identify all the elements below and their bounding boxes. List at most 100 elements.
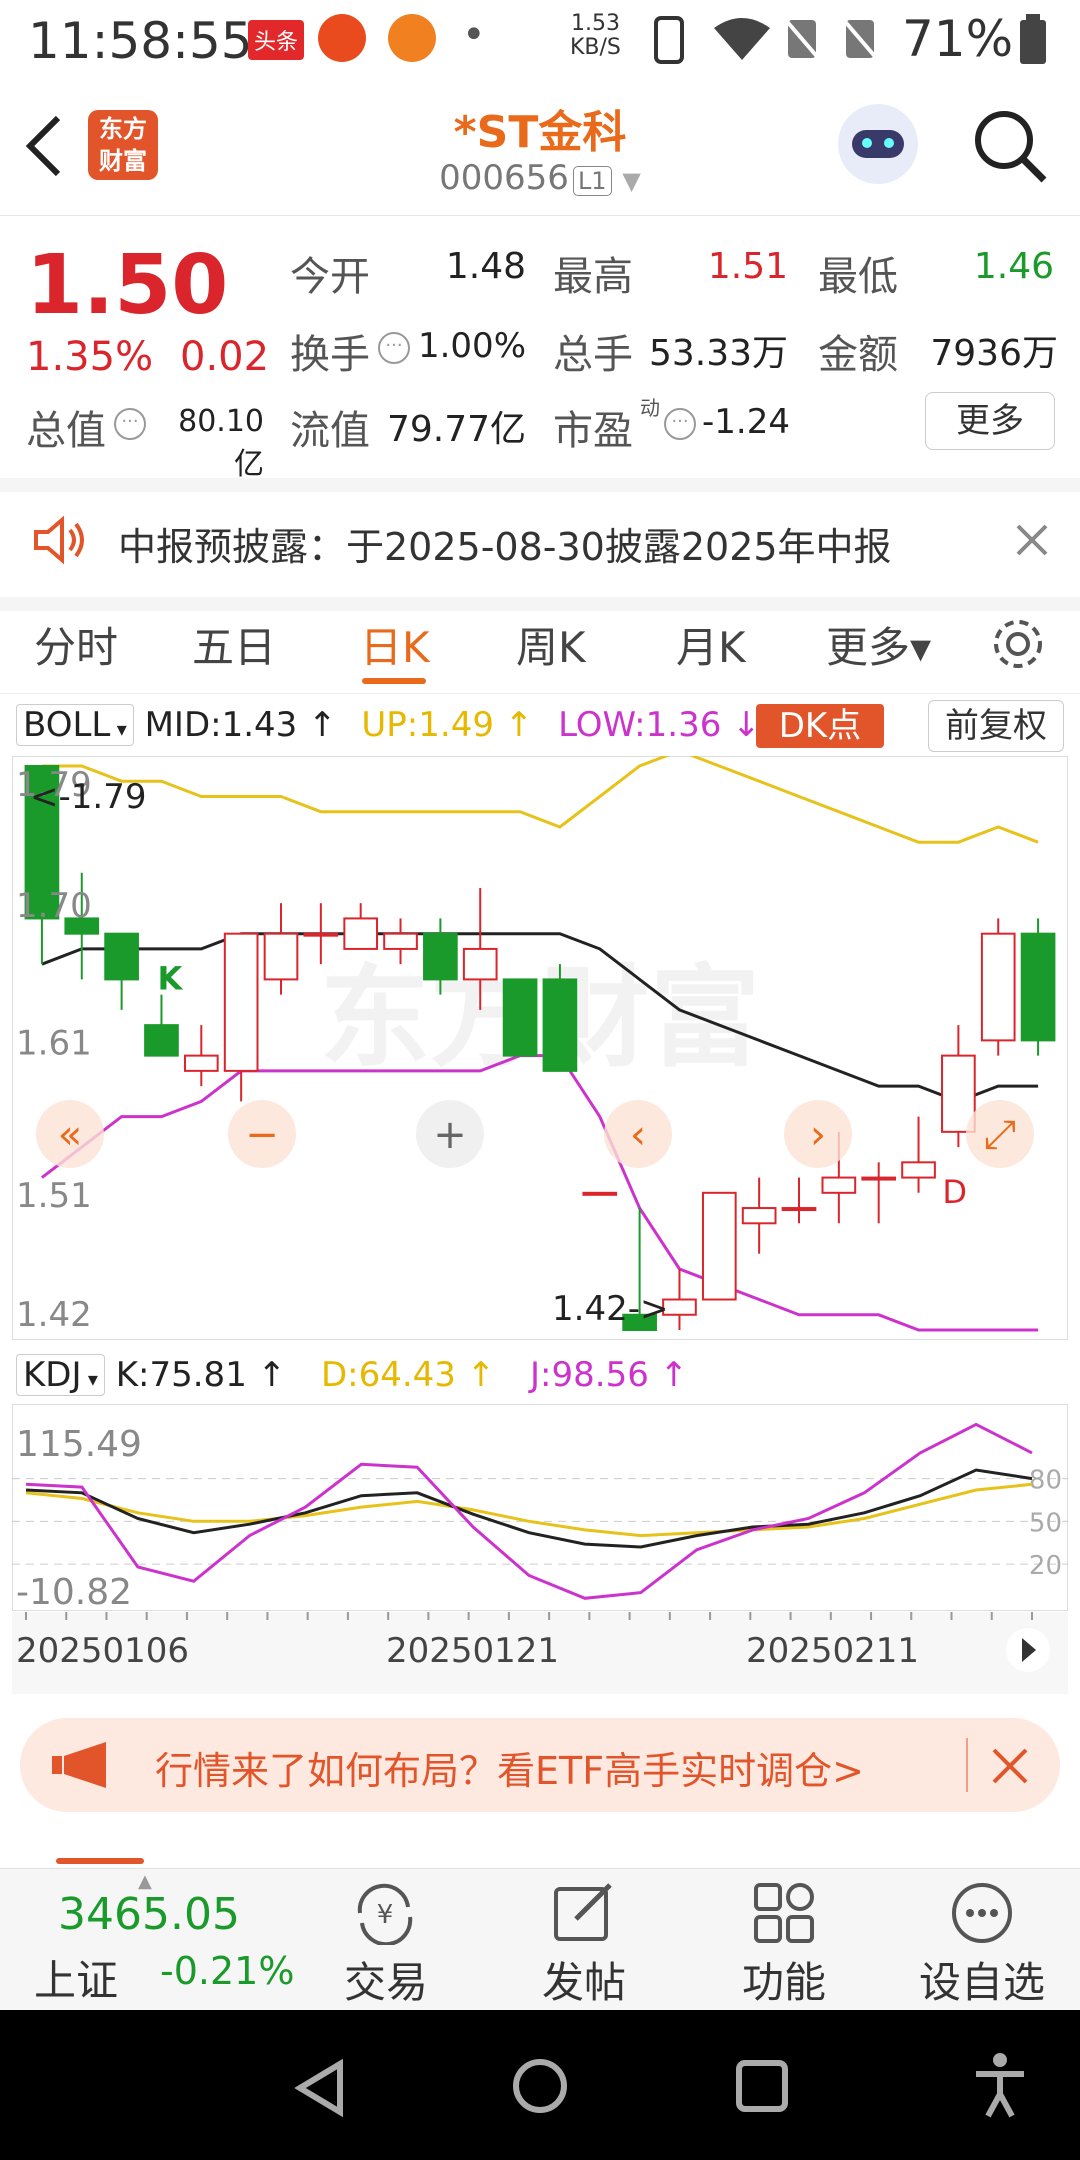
- candlestick-chart[interactable]: 东方财富1.791.701.611.511.42<-1.791.42->KD« −…: [12, 756, 1068, 1340]
- high-value: 1.51: [707, 246, 788, 287]
- k-signal-marker: K: [157, 959, 183, 997]
- notice-bar[interactable]: 中报预披露：于2025-08-30披露2025年中报: [0, 478, 1080, 611]
- index-name: 上证: [34, 1956, 119, 2005]
- candle-body: [701, 1191, 737, 1301]
- price-axis-label: 1.42: [16, 1295, 92, 1335]
- kdj-j: J:98.56 ↑: [530, 1355, 689, 1395]
- candle-body: [502, 978, 538, 1057]
- price-axis-label: 1.51: [16, 1176, 92, 1216]
- boll-name: BOLL: [23, 705, 111, 745]
- svg-text:¥: ¥: [377, 1900, 394, 1930]
- candle-body: [104, 932, 139, 981]
- chevron-down-icon: ▾: [110, 717, 127, 741]
- candle-body: [144, 1024, 179, 1057]
- kdj-max-label: 115.49: [16, 1424, 142, 1465]
- candle-body: [343, 917, 379, 950]
- price-axis-label: 1.61: [16, 1023, 92, 1063]
- volume-label: 总手: [553, 332, 633, 378]
- tab-five-day[interactable]: 五日: [192, 614, 276, 675]
- recents-nav-icon[interactable]: [734, 2058, 790, 2114]
- megaphone-icon: [52, 1742, 106, 1788]
- pe-dynamic-sup: 动: [640, 396, 660, 420]
- tab-daily-k[interactable]: 日K: [360, 614, 430, 675]
- trade-button[interactable]: 交易: [306, 1949, 466, 2010]
- candle-body: [861, 1176, 897, 1181]
- candle-body: [980, 932, 1016, 1042]
- market-cap-value: 80.10亿: [178, 404, 264, 482]
- wifi-icon: [714, 18, 770, 60]
- more-button[interactable]: 更多: [925, 392, 1055, 450]
- add-watchlist-button[interactable]: 设自选: [902, 1949, 1062, 2010]
- kdj-chart[interactable]: 80 50 20 115.49 -10.82 20250106 20250121 202502…: [12, 1404, 1068, 1694]
- accessibility-icon[interactable]: [970, 2050, 1030, 2120]
- app-icon: [318, 14, 366, 62]
- kdj-min-label: -10.82: [16, 1572, 132, 1613]
- candle-body: [582, 1191, 618, 1196]
- more-dots-icon: [952, 1883, 1012, 1943]
- app-icon: [388, 14, 436, 62]
- market-cap-label: 总值: [26, 408, 106, 454]
- low-value: 1.46: [973, 246, 1054, 287]
- promo-banner[interactable]: 行情来了如何布局？看ETF高手实时调仓>: [20, 1718, 1060, 1812]
- level-badge: L1: [572, 166, 612, 196]
- gear-icon[interactable]: [988, 614, 1048, 674]
- amount-label: 金额: [818, 332, 898, 378]
- stock-code-row[interactable]: 000656 L1 ▼: [0, 158, 1080, 198]
- close-icon[interactable]: [1014, 522, 1050, 558]
- phone-icon: [654, 16, 684, 64]
- tab-more[interactable]: 更多▾: [826, 614, 931, 675]
- tab-monthly-k[interactable]: 月K: [676, 614, 746, 675]
- tab-intraday[interactable]: 分时: [34, 614, 118, 675]
- divider: [966, 1738, 968, 1792]
- info-icon[interactable]: ···: [378, 332, 410, 364]
- kdj-right-tick: 80: [1029, 1466, 1062, 1496]
- max-price-marker: <-1.79: [30, 777, 146, 817]
- kdj-k: K:75.81 ↑: [115, 1355, 287, 1395]
- boll-selector[interactable]: BOLL ▾: [16, 704, 134, 746]
- tab-weekly-k[interactable]: 周K: [516, 614, 586, 675]
- low-label: 最低: [818, 254, 898, 300]
- info-icon[interactable]: ···: [664, 408, 696, 440]
- date-axis-label: 20250106: [16, 1631, 189, 1671]
- turnover-label: 换手: [290, 332, 370, 378]
- banner-text: 行情来了如何布局？看ETF高手实时调仓>: [155, 1749, 864, 1793]
- zoom-out-icon: −: [245, 1112, 279, 1158]
- candle-body: [462, 947, 498, 981]
- candle-body: [542, 978, 578, 1072]
- d-signal-marker: D: [942, 1173, 967, 1211]
- info-icon[interactable]: ···: [114, 408, 146, 440]
- candle-body: [423, 932, 458, 981]
- notice-text: 中报预披露：于2025-08-30披露2025年中报: [118, 525, 892, 569]
- net-speed-value: 1.53: [570, 11, 620, 36]
- change-amount: 0.02: [180, 334, 270, 380]
- date-axis-label: 20250121: [386, 1631, 559, 1671]
- float-cap-value: 79.77亿: [386, 409, 526, 450]
- quote-panel: 1.50 1.35% 0.02 今开 1.48 最高 1.51 最低 1.46 …: [0, 216, 1080, 482]
- adjust-mode-button[interactable]: 前复权: [928, 700, 1064, 752]
- speaker-icon: [34, 515, 84, 565]
- post-button[interactable]: 发帖: [504, 1949, 664, 2010]
- chevron-down-icon: ▾: [81, 1367, 98, 1391]
- notification-dot: •: [462, 12, 486, 58]
- boll-up: UP:1.49 ↑: [361, 705, 534, 745]
- net-speed-unit: KB/S: [570, 35, 621, 60]
- date-axis-label: 20250211: [746, 1631, 919, 1671]
- search-icon[interactable]: [970, 106, 1050, 186]
- dk-point-button[interactable]: DK点: [756, 704, 884, 748]
- float-cap-label: 流值: [290, 408, 370, 454]
- candle-body: [303, 932, 339, 937]
- current-price: 1.50: [26, 238, 229, 333]
- kdj-selector[interactable]: KDJ ▾: [16, 1354, 105, 1396]
- back-nav-icon[interactable]: [290, 2058, 350, 2118]
- robot-assistant-icon[interactable]: [838, 104, 918, 184]
- active-section-indicator: [56, 1858, 144, 1864]
- candle-body: [781, 1207, 817, 1212]
- home-nav-icon[interactable]: [510, 2056, 570, 2116]
- index-value[interactable]: 3465.05: [58, 1889, 240, 1940]
- min-price-marker: 1.42->: [552, 1289, 668, 1329]
- close-icon[interactable]: [990, 1746, 1030, 1786]
- kdj-name: KDJ: [23, 1355, 82, 1395]
- chart-period-tabs: 分时 五日 日K 周K 月K 更多▾: [0, 598, 1080, 694]
- turnover-value: 1.00%: [417, 326, 526, 366]
- functions-button[interactable]: 功能: [704, 1949, 864, 2010]
